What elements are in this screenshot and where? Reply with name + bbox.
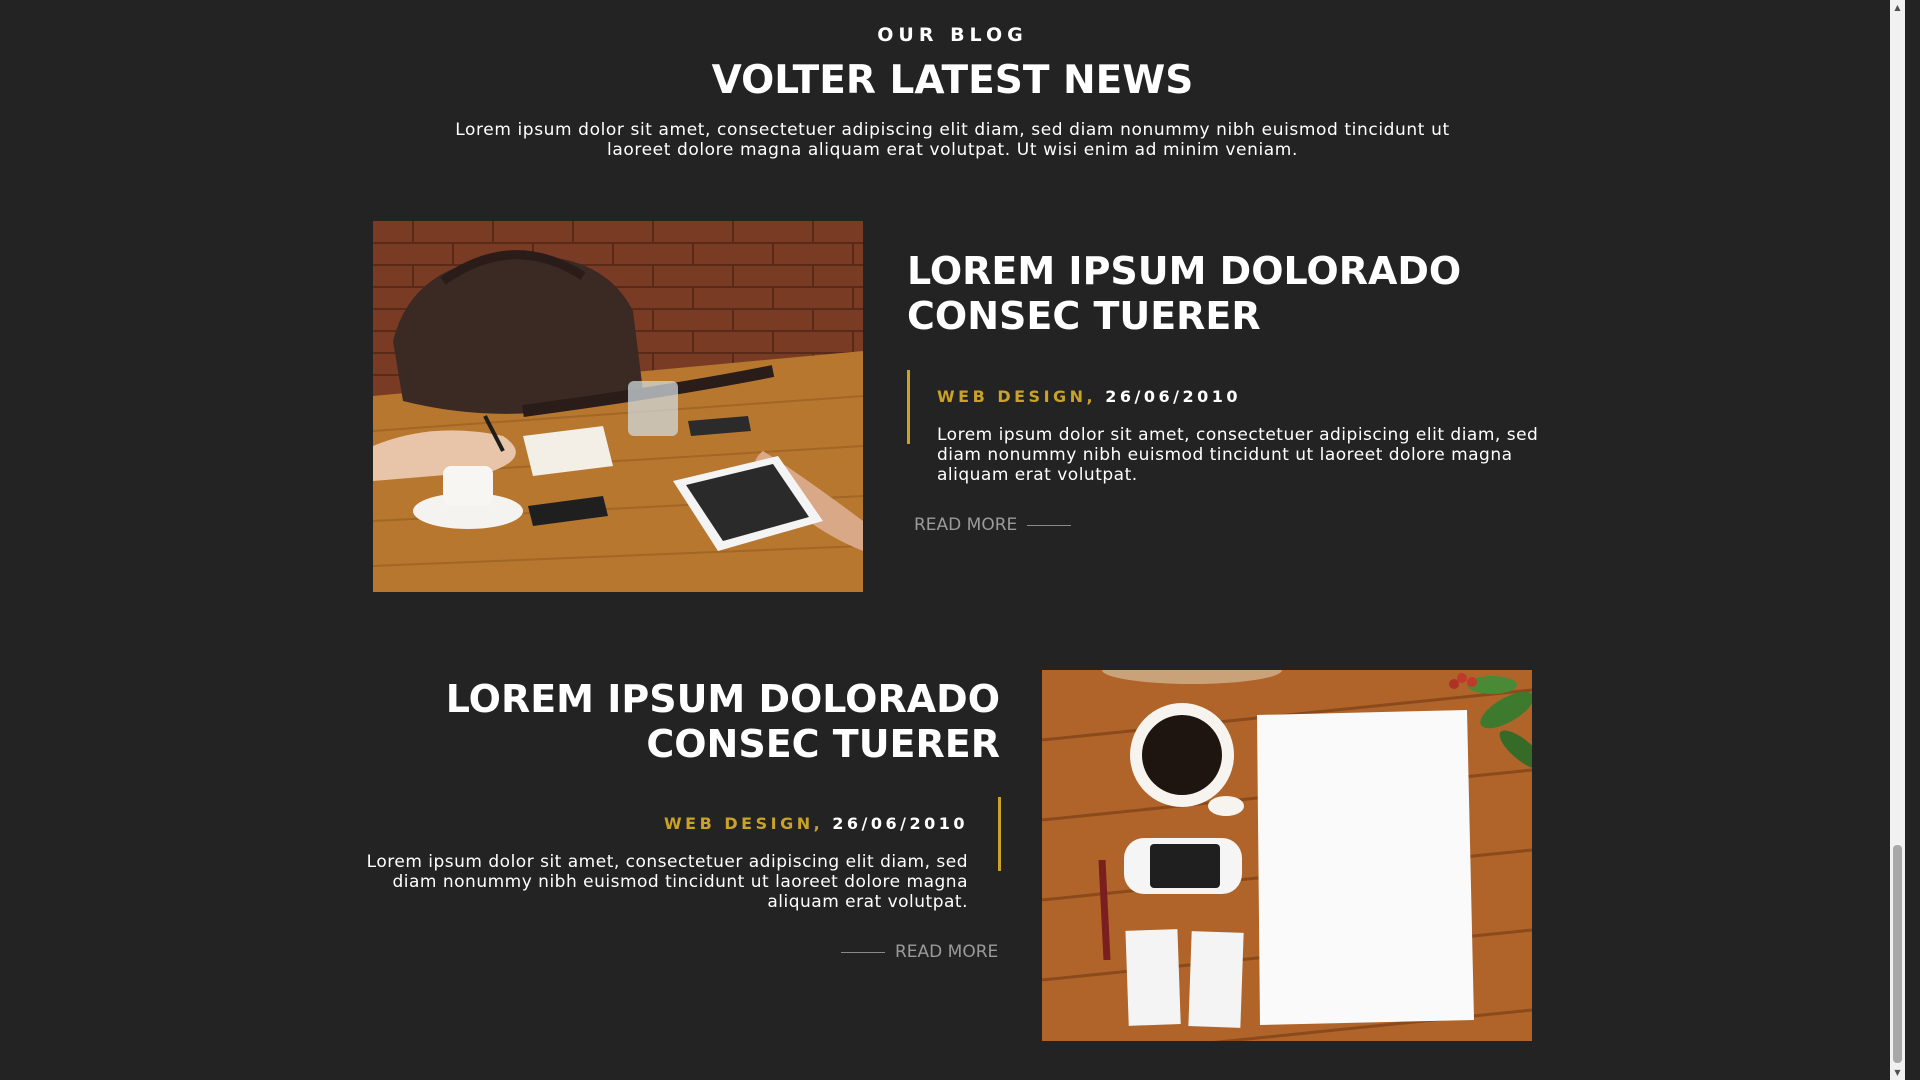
- read-more-line: [841, 951, 885, 953]
- post-date: 26/06/2010: [832, 814, 968, 833]
- scroll-down-icon[interactable]: ▼: [1890, 1065, 1905, 1080]
- read-more-label: READ MORE: [914, 515, 1018, 535]
- post-meta-accent-bar: [998, 797, 1001, 871]
- post-title[interactable]: LOREM IPSUM DOLORADO CONSEC TUERER: [907, 249, 1527, 339]
- read-more-line: [1027, 524, 1072, 526]
- post-date: 26/06/2010: [1105, 387, 1241, 406]
- scrollbar-thumb[interactable]: [1893, 845, 1902, 1063]
- section-heading: VOLTER LATEST NEWS: [711, 58, 1194, 103]
- post-meta-accent-bar: [907, 370, 910, 444]
- post-excerpt: Lorem ipsum dolor sit amet, consectetuer…: [366, 852, 968, 912]
- post-excerpt: Lorem ipsum dolor sit amet, consectetuer…: [937, 425, 1539, 485]
- post-category[interactable]: WEB DESIGN,: [937, 387, 1096, 406]
- read-more-link[interactable]: READ MORE: [914, 515, 1072, 535]
- read-more-link[interactable]: READ MORE: [841, 942, 998, 962]
- post-image-meeting[interactable]: [373, 221, 863, 592]
- section-eyebrow: OUR BLOG: [877, 24, 1028, 46]
- blog-section: OUR BLOG VOLTER LATEST NEWS Lorem ipsum …: [0, 0, 1905, 1080]
- post-title[interactable]: LOREM IPSUM DOLORADO CONSEC TUERER: [380, 677, 1000, 767]
- post-image-stationery[interactable]: [1042, 670, 1532, 1041]
- page-scrollbar[interactable]: ▲ ▼: [1890, 0, 1905, 1080]
- read-more-label: READ MORE: [895, 942, 999, 962]
- scroll-up-icon[interactable]: ▲: [1890, 0, 1905, 15]
- post-meta: WEB DESIGN, 26/06/2010: [664, 814, 968, 833]
- post-meta: WEB DESIGN, 26/06/2010: [937, 387, 1241, 406]
- post-category[interactable]: WEB DESIGN,: [664, 814, 823, 833]
- section-intro: Lorem ipsum dolor sit amet, consectetuer…: [455, 120, 1450, 160]
